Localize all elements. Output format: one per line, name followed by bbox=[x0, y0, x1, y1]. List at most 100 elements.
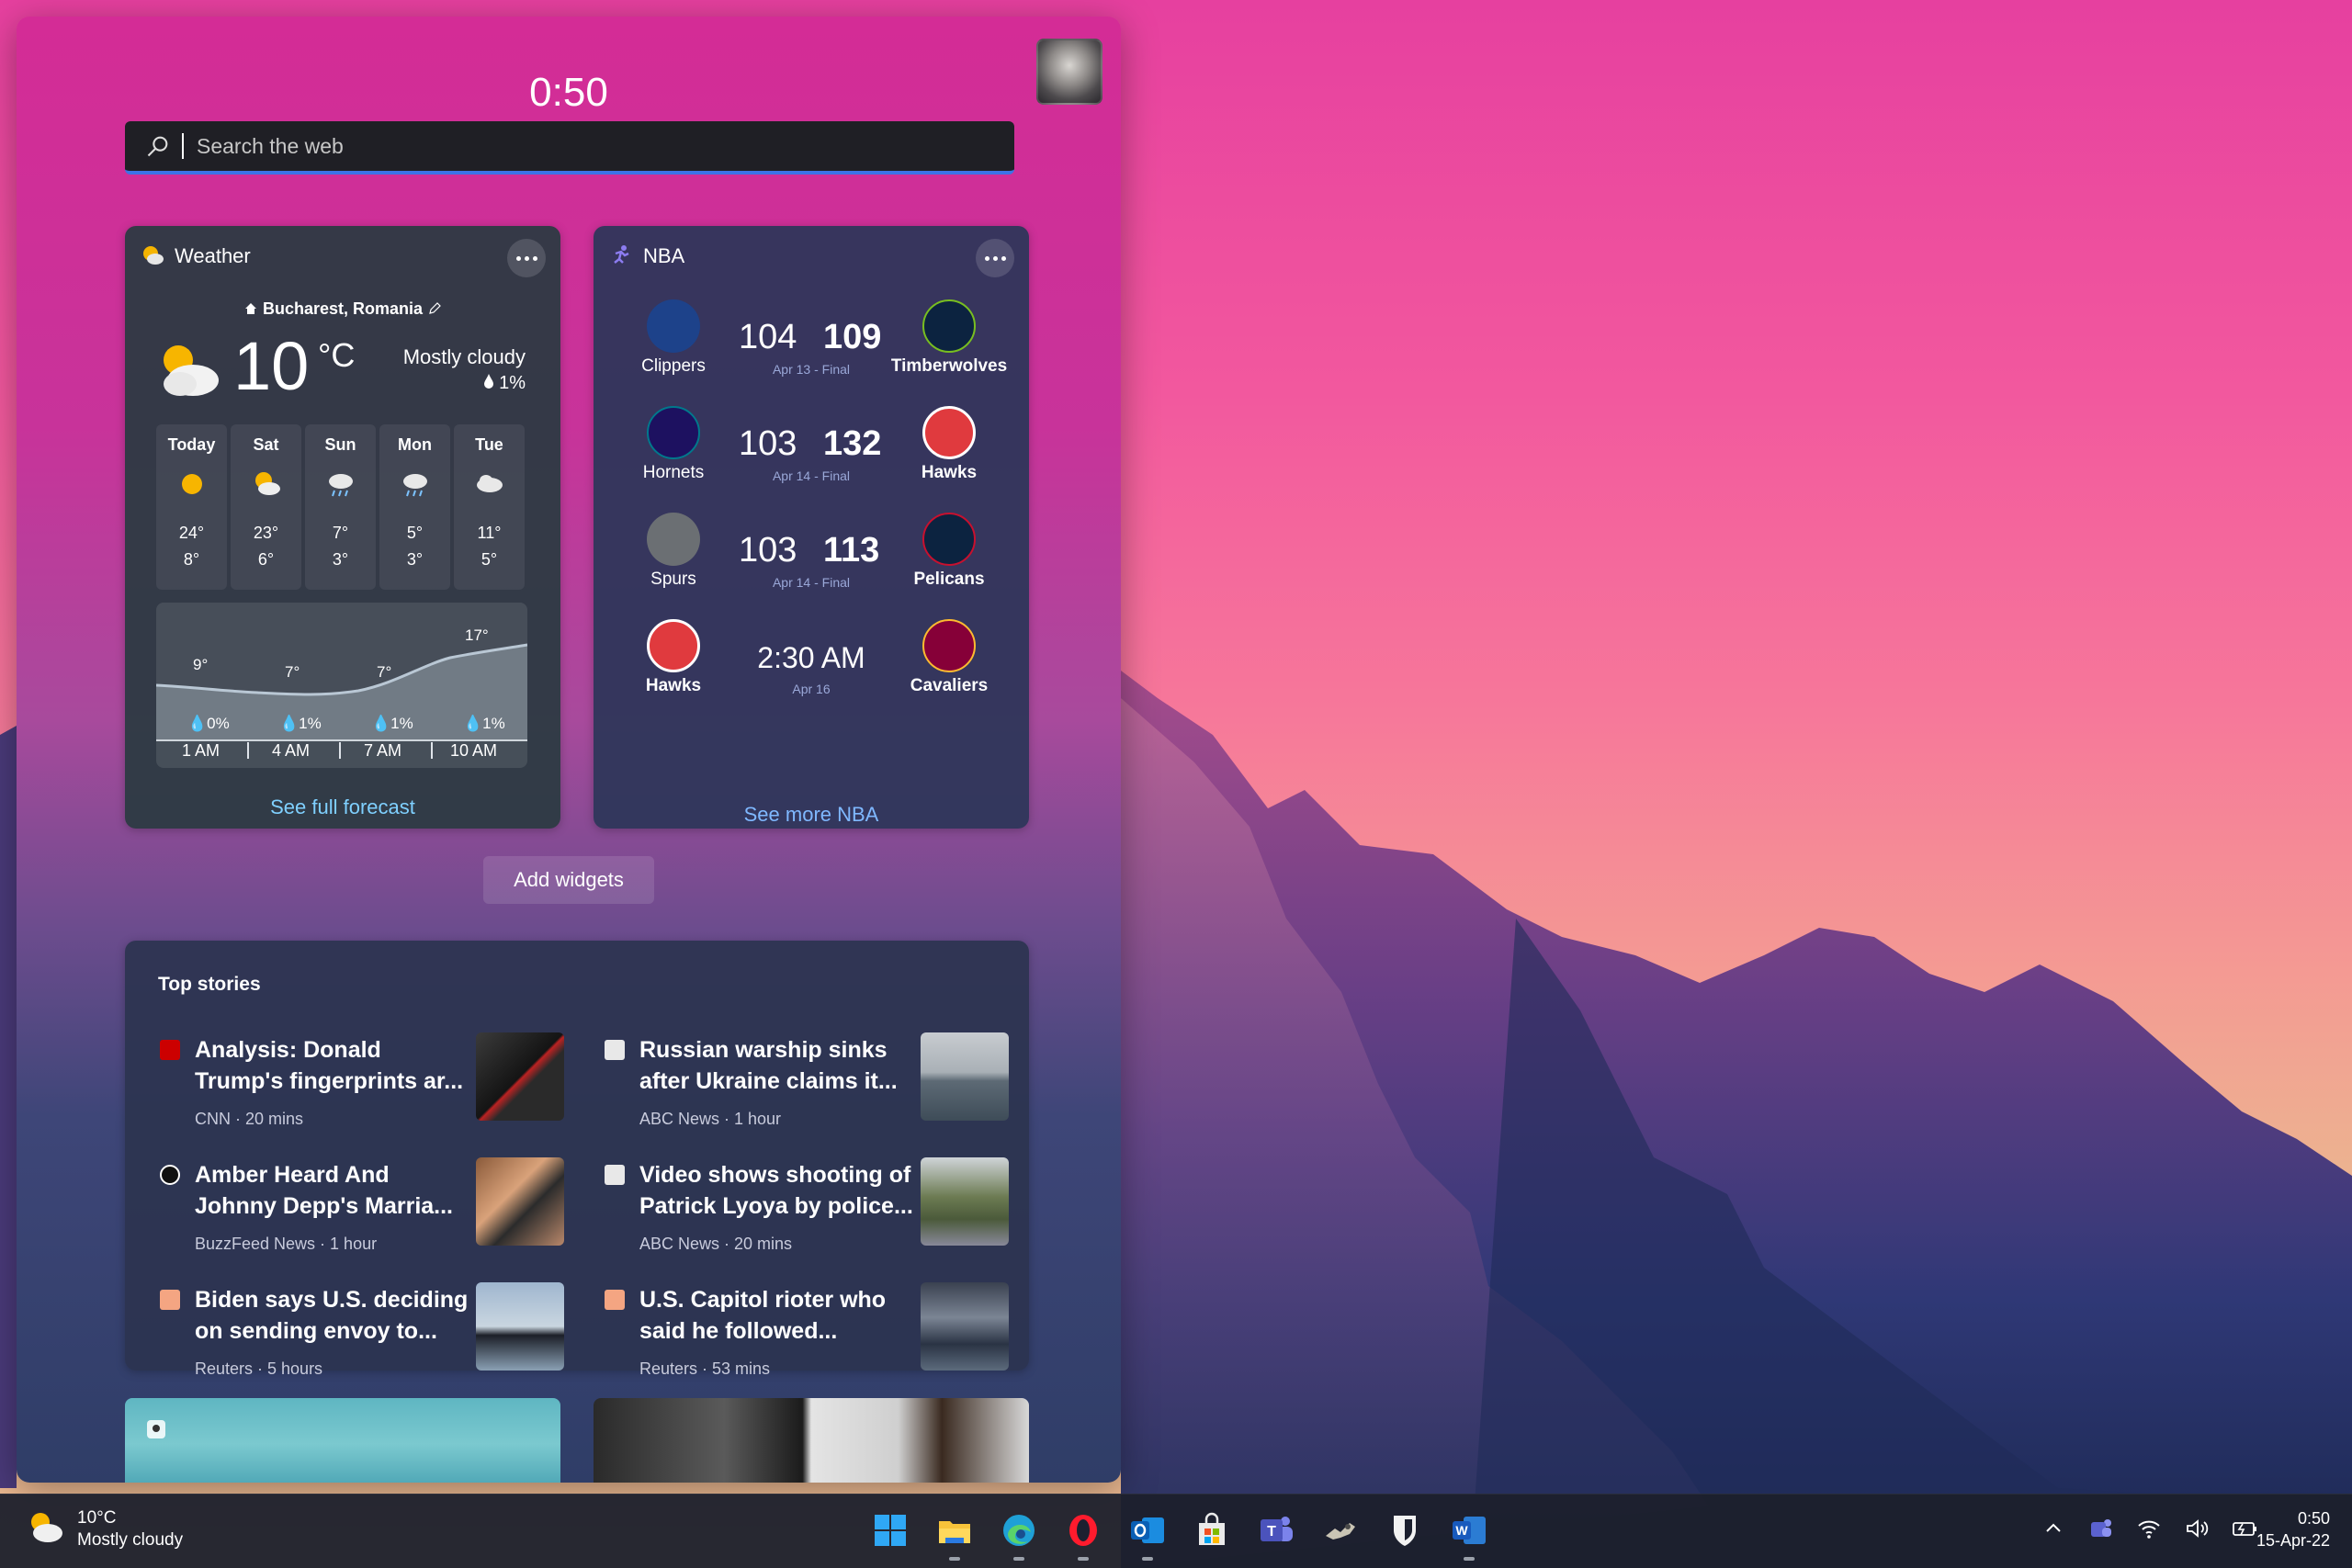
weather-more-button[interactable] bbox=[507, 239, 546, 277]
windows-start-button[interactable] bbox=[869, 1506, 911, 1555]
nba-title: NBA bbox=[643, 244, 685, 267]
cavaliers-logo-icon bbox=[922, 619, 976, 672]
file-explorer-button[interactable] bbox=[933, 1506, 976, 1561]
cloud-icon bbox=[476, 475, 503, 492]
nba-more-button[interactable] bbox=[976, 239, 1014, 277]
hourly-precip: 💧1% bbox=[279, 715, 322, 732]
weather-location[interactable]: Bucharest, Romania bbox=[125, 299, 560, 319]
away-score: 132 bbox=[823, 424, 882, 463]
pelicans-logo-icon bbox=[922, 513, 976, 566]
reuters-icon bbox=[605, 1290, 625, 1310]
story-meta: ABC News · 20 mins bbox=[639, 1235, 793, 1253]
story-thumbnail bbox=[476, 1157, 564, 1246]
hourly-temp: 9° bbox=[193, 656, 209, 673]
mostly-cloudy-icon bbox=[164, 345, 219, 396]
news-tile-image[interactable] bbox=[125, 1398, 560, 1483]
home-score: 103 bbox=[739, 531, 797, 570]
story-item[interactable]: Amber Heard And Johnny Depp's Marria... … bbox=[160, 1157, 582, 1275]
hourly-time: 10 AM bbox=[450, 741, 498, 760]
story-item[interactable]: U.S. Capitol rioter who said he followed… bbox=[605, 1282, 1027, 1400]
taskbar-clock[interactable]: 0:50 15-Apr-22 bbox=[2256, 1507, 2330, 1551]
forecast-day[interactable]: Today 24° 8° bbox=[156, 424, 227, 590]
clippers-logo-icon bbox=[647, 299, 700, 353]
forecast-day[interactable]: Tue 11° 5° bbox=[454, 424, 525, 590]
news-tile-image[interactable] bbox=[594, 1398, 1029, 1483]
image-icon bbox=[147, 1420, 165, 1438]
add-widgets-button[interactable]: Add widgets bbox=[483, 856, 654, 904]
game-row[interactable]: Spurs 103 113 Apr 14 - Final Pelicans bbox=[594, 513, 1029, 614]
raindrop-icon bbox=[483, 374, 493, 389]
home-score: 104 bbox=[739, 318, 797, 356]
game-row[interactable]: Hawks 2:30 AM Apr 16 Cavaliers bbox=[594, 619, 1029, 720]
temperature-unit[interactable]: °C bbox=[318, 336, 355, 375]
story-headline: U.S. Capitol rioter who said he followed… bbox=[639, 1287, 887, 1344]
volume-icon[interactable] bbox=[2183, 1515, 2211, 1542]
forecast-day[interactable]: Sat 23° 6° bbox=[231, 424, 301, 590]
edit-icon[interactable] bbox=[427, 301, 442, 316]
opera-button[interactable] bbox=[1062, 1506, 1104, 1561]
story-item[interactable]: Biden says U.S. deciding on sending envo… bbox=[160, 1282, 582, 1400]
story-meta: CNN · 20 mins bbox=[195, 1110, 304, 1128]
cnn-icon bbox=[160, 1040, 180, 1060]
home-icon bbox=[244, 303, 256, 314]
see-full-forecast-link[interactable]: See full forecast bbox=[125, 795, 560, 819]
battery-icon[interactable] bbox=[2231, 1515, 2258, 1542]
svg-text:W: W bbox=[1455, 1523, 1468, 1538]
weather-icon bbox=[143, 246, 164, 265]
story-meta: ABC News · 1 hour bbox=[639, 1110, 782, 1128]
hourly-temp: 7° bbox=[377, 663, 392, 681]
search-icon bbox=[147, 136, 168, 157]
taskbar-weather[interactable]: 10°C Mostly cloudy bbox=[26, 1507, 183, 1551]
hourly-precip: 💧1% bbox=[371, 715, 413, 732]
see-more-nba-link[interactable]: See more NBA bbox=[594, 803, 1029, 827]
edge-button[interactable] bbox=[998, 1506, 1040, 1561]
word-button[interactable]: W bbox=[1448, 1506, 1490, 1561]
teams-button[interactable]: T bbox=[1255, 1506, 1297, 1555]
game-row[interactable]: Clippers 104 109 Apr 13 - Final Timberwo… bbox=[594, 299, 1029, 400]
story-thumbnail bbox=[921, 1032, 1009, 1121]
daily-forecast: Today 24° 8° Sat 23° 6° Sun 7° 3° Mon 5° bbox=[156, 424, 527, 590]
taskbar-weather-temp: 10°C bbox=[77, 1508, 117, 1528]
wifi-icon[interactable] bbox=[2135, 1515, 2163, 1542]
sports-icon bbox=[614, 245, 629, 264]
story-meta: Reuters · 53 mins bbox=[639, 1359, 771, 1378]
store-icon bbox=[1199, 1512, 1225, 1545]
forecast-day[interactable]: Mon 5° 3° bbox=[379, 424, 450, 590]
hourly-time: 7 AM bbox=[364, 741, 402, 760]
hourly-forecast-graph[interactable]: 9° 7° 7° 17° 💧0% 💧1% 💧1% 💧1% 1 AM 4 AM 7… bbox=[156, 603, 527, 768]
game-row[interactable]: Hornets 103 132 Apr 14 - Final Hawks bbox=[594, 406, 1029, 507]
bitwarden-button[interactable] bbox=[1384, 1506, 1426, 1555]
story-item[interactable]: Analysis: Donald Trump's fingerprints ar… bbox=[160, 1032, 582, 1150]
user-avatar[interactable] bbox=[1036, 39, 1102, 105]
away-score: 109 bbox=[823, 318, 882, 356]
taskbar-weather-condition: Mostly cloudy bbox=[77, 1530, 184, 1550]
app-button[interactable] bbox=[1319, 1506, 1362, 1555]
story-headline: Russian warship sinks after Ukraine clai… bbox=[639, 1037, 898, 1094]
app-icon bbox=[1326, 1523, 1355, 1540]
teams-chat-icon[interactable] bbox=[2087, 1515, 2115, 1542]
panel-clock: 0:50 bbox=[529, 70, 608, 115]
top-stories-title: Top stories bbox=[158, 974, 261, 995]
hourly-precip: 💧1% bbox=[463, 715, 505, 732]
story-item[interactable]: Russian warship sinks after Ukraine clai… bbox=[605, 1032, 1027, 1150]
widgets-panel: 0:50 Search the web Weather Bucharest, R… bbox=[17, 17, 1121, 1483]
away-team: Timberwolves bbox=[889, 299, 1009, 377]
sun-icon bbox=[181, 474, 202, 494]
clock-date: 15-Apr-22 bbox=[2256, 1531, 2330, 1550]
store-button[interactable] bbox=[1191, 1506, 1233, 1555]
nba-widget[interactable]: NBA Clippers 104 109 Apr 13 - Final Timb… bbox=[594, 226, 1029, 829]
story-headline: Amber Heard And Johnny Depp's Marria... bbox=[195, 1162, 454, 1219]
abc-news-icon bbox=[605, 1040, 625, 1060]
hourly-time: 4 AM bbox=[272, 741, 311, 760]
outlook-button[interactable] bbox=[1126, 1506, 1169, 1561]
word-icon: W bbox=[1453, 1517, 1486, 1544]
opera-icon bbox=[1069, 1515, 1097, 1546]
weather-widget[interactable]: Weather Bucharest, Romania 10 °C Mostly … bbox=[125, 226, 560, 829]
story-item[interactable]: Video shows shooting of Patrick Lyoya by… bbox=[605, 1157, 1027, 1275]
hourly-precip: 💧0% bbox=[187, 715, 230, 732]
chevron-up-icon[interactable] bbox=[2040, 1515, 2067, 1542]
web-search-box[interactable]: Search the web bbox=[125, 121, 1014, 175]
forecast-day[interactable]: Sun 7° 3° bbox=[305, 424, 376, 590]
spurs-logo-icon bbox=[647, 513, 700, 566]
partly-sunny-icon bbox=[254, 472, 280, 495]
